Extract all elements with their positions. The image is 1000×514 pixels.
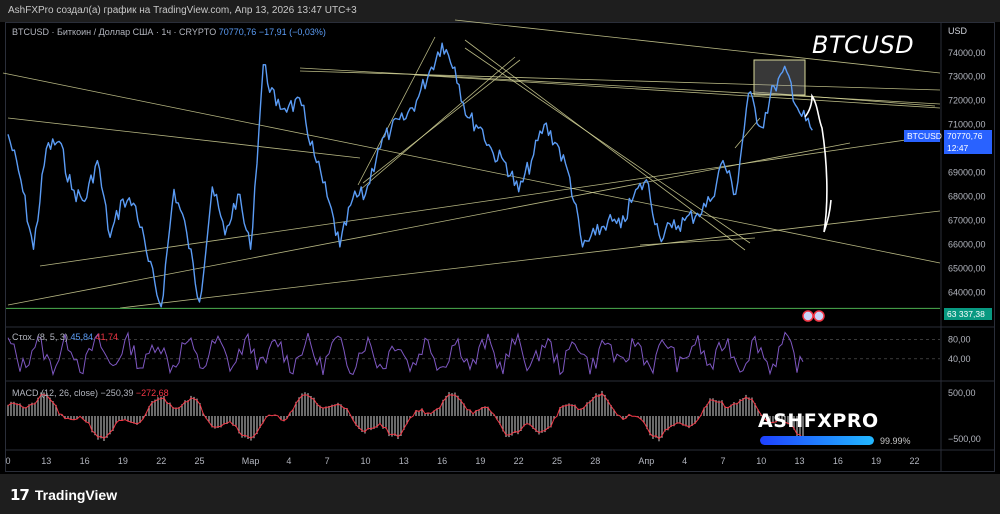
trend-line[interactable] — [359, 56, 516, 191]
time-axis-tick: 10 — [360, 456, 370, 466]
time-axis-tick: 13 — [399, 456, 409, 466]
time-axis-tick: 25 — [552, 456, 562, 466]
price-axis-tick: 69000,00 — [948, 168, 986, 178]
stoch-axis-tick: 80,00 — [948, 335, 971, 345]
symbol-description: BTCUSD · Биткоин / Доллар США · 1ч · CRY… — [12, 27, 217, 37]
trend-line[interactable] — [464, 39, 746, 251]
tradingview-brand: TradingView — [34, 487, 118, 503]
stoch-legend[interactable]: Стох. (8, 5, 3) 45,84 41,74 — [12, 332, 118, 342]
time-axis-tick: 22 — [514, 456, 524, 466]
macd-axis-tick: −500,00 — [948, 434, 981, 444]
macd-signal-line[interactable] — [7, 392, 804, 440]
author-watermark: ASHFXPRO — [758, 410, 879, 432]
symbol-info: BTCUSD · Биткоин / Доллар США · 1ч · CRY… — [12, 27, 326, 37]
time-axis-tick: 13 — [795, 456, 805, 466]
bar-countdown: 12:47 — [947, 143, 969, 153]
symbol-price: 70770,76 — [218, 27, 257, 37]
trend-line[interactable] — [362, 59, 521, 184]
watermark-progress-fill — [760, 436, 874, 445]
price-axis-tick: 67000,00 — [948, 216, 986, 226]
stoch-axis-tick: 40,00 — [948, 354, 971, 364]
time-axis-tick: 19 — [871, 456, 881, 466]
trend-line[interactable] — [7, 142, 851, 306]
tradingview-mark-icon: 17 — [10, 486, 30, 504]
trend-line[interactable] — [299, 70, 941, 91]
stoch-k-value: 45,84 — [70, 332, 93, 342]
footer-bar — [0, 474, 1000, 514]
price-axis-tick: 65000,00 — [948, 263, 986, 273]
time-axis-tick: 25 — [194, 456, 204, 466]
current-price: 70770,76 — [947, 131, 983, 141]
economic-event-icon[interactable] — [813, 310, 825, 322]
time-axis-tick: 19 — [118, 456, 128, 466]
currency-label[interactable]: USD — [948, 26, 967, 36]
time-axis-tick: 7 — [325, 456, 330, 466]
watermark-progress-track — [760, 436, 874, 445]
macd-legend[interactable]: MACD (12, 26, close) −250,39 −272,68 — [12, 388, 169, 398]
time-axis-tick: 13 — [41, 456, 51, 466]
time-axis-tick: 10 — [756, 456, 766, 466]
time-axis-tick: 16 — [80, 456, 90, 466]
time-axis-tick: 7 — [720, 456, 725, 466]
macd-label: MACD (12, 26, close) — [12, 388, 99, 398]
price-axis-tick: 64000,00 — [948, 287, 986, 297]
projection-path[interactable] — [804, 93, 832, 233]
time-axis-tick: 0 — [5, 456, 10, 466]
time-axis-tick: 4 — [682, 456, 687, 466]
time-axis-tick: Апр — [638, 456, 654, 466]
macd-value: −250,39 — [100, 388, 134, 398]
time-axis-tick: 19 — [475, 456, 485, 466]
macd-axis-tick: 500,00 — [948, 388, 976, 398]
time-axis-tick: Мар — [242, 456, 260, 466]
trend-line[interactable] — [414, 74, 941, 109]
price-axis-tick: 68000,00 — [948, 192, 986, 202]
symbol-change: −17,91 (−0,03%) — [258, 27, 326, 37]
time-axis-tick: 22 — [156, 456, 166, 466]
price-badge-symbol: BTCUSD — [904, 130, 942, 142]
current-price-box: 70770,76 12:47 — [944, 130, 992, 154]
time-axis-tick: 16 — [833, 456, 843, 466]
time-axis-tick: 28 — [590, 456, 600, 466]
time-axis-tick: 4 — [286, 456, 291, 466]
time-axis-tick: 16 — [437, 456, 447, 466]
price-axis-tick: 71000,00 — [948, 120, 986, 130]
annotation-title: BTCUSD — [812, 31, 915, 59]
stoch-label: Стох. (8, 5, 3) — [12, 332, 68, 342]
trend-line[interactable] — [357, 36, 436, 186]
tradingview-logo[interactable]: 17 TradingView — [10, 486, 117, 504]
time-axis-tick: 22 — [909, 456, 919, 466]
stoch-k-line[interactable] — [7, 331, 804, 377]
economic-event-icon[interactable] — [802, 310, 814, 322]
price-axis-tick: 73000,00 — [948, 72, 986, 82]
price-axis-tick: 74000,00 — [948, 48, 986, 58]
macd-signal-value: −272,68 — [135, 388, 169, 398]
trend-line[interactable] — [39, 134, 941, 267]
watermark-progress-percent: 99.99% — [880, 436, 911, 446]
price-axis-tick: 72000,00 — [948, 96, 986, 106]
stoch-d-value: 41,74 — [95, 332, 119, 342]
trend-line[interactable] — [639, 237, 756, 246]
price-axis-tick: 66000,00 — [948, 240, 986, 250]
level-price-box: 63 337,38 — [944, 308, 992, 320]
trend-line[interactable] — [7, 117, 361, 159]
trend-line[interactable] — [464, 47, 751, 244]
